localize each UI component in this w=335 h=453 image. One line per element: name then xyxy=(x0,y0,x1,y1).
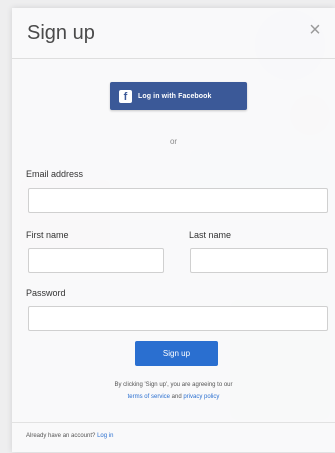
close-icon[interactable]: × xyxy=(303,18,327,42)
footer-text: Already have an account? Log in xyxy=(26,433,113,439)
facebook-icon: f xyxy=(119,89,132,103)
log-in-link[interactable]: Log in xyxy=(97,433,113,439)
terms-of-service-link[interactable]: terms of service xyxy=(128,394,170,400)
terms-links-line: terms of service and privacy policy xyxy=(12,391,335,403)
signup-modal: Sign up × f Log in with Facebook or Emai… xyxy=(12,8,335,452)
modal-header: Sign up × xyxy=(12,8,335,59)
password-field[interactable] xyxy=(28,306,328,331)
terms-and-text: and xyxy=(171,394,182,400)
password-label: Password xyxy=(26,288,66,298)
existing-account-prompt: Already have an account? xyxy=(26,433,96,439)
terms-notice: By clicking 'Sign up', you are agreeing … xyxy=(12,379,335,403)
last-name-field[interactable] xyxy=(190,248,328,273)
email-label: Email address xyxy=(26,169,84,179)
email-field[interactable] xyxy=(28,188,328,213)
first-name-label: First name xyxy=(26,230,69,240)
modal-title: Sign up xyxy=(27,22,95,44)
modal-footer: Already have an account? Log in xyxy=(12,422,335,453)
facebook-login-label: Log in with Facebook xyxy=(138,92,212,100)
facebook-login-button[interactable]: f Log in with Facebook xyxy=(110,82,247,110)
privacy-policy-link[interactable]: privacy policy xyxy=(183,394,219,400)
sign-up-button[interactable]: Sign up xyxy=(135,341,218,366)
last-name-label: Last name xyxy=(189,230,232,240)
terms-line: By clicking 'Sign up', you are agreeing … xyxy=(114,382,233,388)
or-divider: or xyxy=(169,137,178,146)
first-name-field[interactable] xyxy=(28,248,164,273)
